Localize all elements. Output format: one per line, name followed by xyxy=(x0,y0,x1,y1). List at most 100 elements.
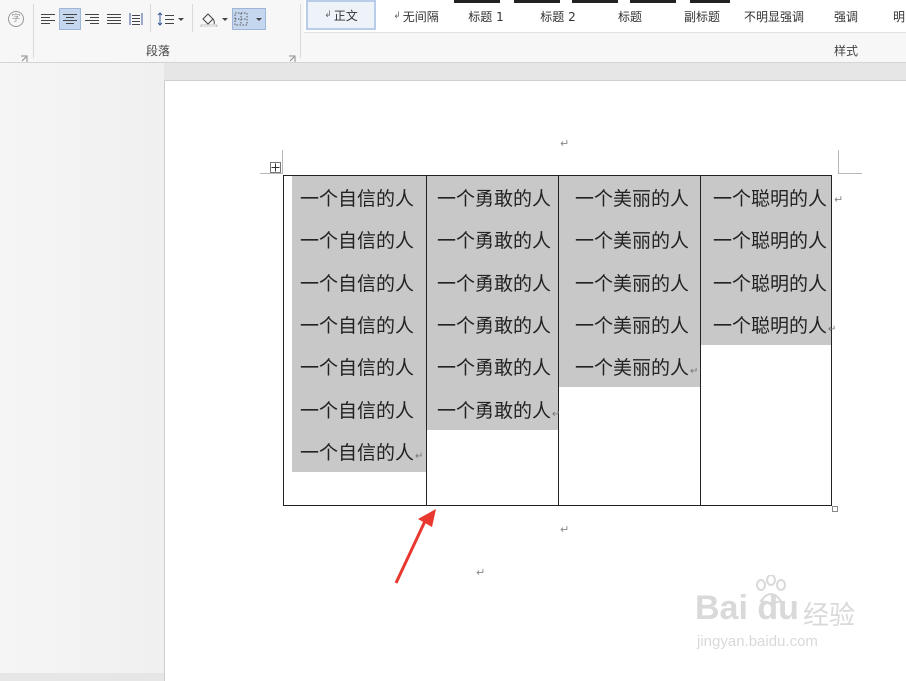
paragraph-dialog-launcher-icon[interactable] xyxy=(288,48,296,62)
cell-text-line: 一个勇敢的人↵ xyxy=(437,396,560,423)
margin-corner-mark xyxy=(282,150,283,174)
shading-button[interactable] xyxy=(198,8,230,30)
table-cell-col-1[interactable]: 一个自信的人 一个自信的人 一个自信的人 一个自信的人 一个自信的人 一个自信的人 一个自信… xyxy=(284,176,427,505)
cell-text-line: 一个勇敢的人 xyxy=(437,269,551,296)
button-divider xyxy=(150,4,151,32)
cell-text-line: 一个勇敢的人 xyxy=(437,311,551,338)
cell-text: 一个自信的人 xyxy=(300,272,415,295)
align-center-icon xyxy=(63,14,77,24)
group-divider xyxy=(300,4,301,58)
cell-text: 一个聪明的人 xyxy=(713,230,828,253)
cell-text: 一个自信的人 xyxy=(300,399,415,422)
cell-text-line: 一个自信的人 xyxy=(300,226,414,253)
cell-text-line: 一个勇敢的人 xyxy=(437,184,551,211)
justify-icon xyxy=(107,14,121,24)
align-right-button[interactable] xyxy=(82,8,102,30)
cell-text: 一个勇敢的人 xyxy=(437,399,552,422)
style-no-spacing[interactable]: ↲ 无间隔 xyxy=(386,0,446,32)
distributed-button[interactable] xyxy=(126,8,146,30)
cell-text: 一个自信的人 xyxy=(300,188,415,210)
cell-text-line: 一个聪明的人 xyxy=(713,184,827,211)
paragraph-mark-icon: ↲ xyxy=(393,11,401,21)
cell-text: 一个美丽的人 xyxy=(575,188,690,210)
style-heading-1[interactable]: 标题 1 xyxy=(454,0,518,32)
style-title[interactable]: 标题 xyxy=(600,0,660,32)
enclose-characters-icon: 字 xyxy=(8,11,24,27)
cell-text-line: 一个自信的人 xyxy=(300,396,414,423)
cell-text-line: 一个自信的人 xyxy=(300,353,414,380)
cell-text: 一个自信的人 xyxy=(300,357,415,380)
group-divider xyxy=(33,4,34,58)
style-emphasis[interactable]: 强调 xyxy=(820,0,872,32)
style-heading-2[interactable]: 标题 2 xyxy=(526,0,590,32)
style-label: 不明显强调 xyxy=(743,9,804,24)
cell-text-line: 一个自信的人↵ xyxy=(300,438,423,465)
cell-text: 一个勇敢的人 xyxy=(437,272,552,295)
annotation-arrow-icon xyxy=(394,509,436,584)
style-subtle-emphasis[interactable]: 不明显强调 xyxy=(740,0,808,32)
justify-button[interactable] xyxy=(104,8,124,30)
watermark-brand: Bai du xyxy=(695,589,799,627)
table-cell-col-3[interactable]: 一个美丽的人 一个美丽的人 一个美丽的人 一个美丽的人 一个美丽的人↵ xyxy=(559,176,701,505)
line-spacing-icon xyxy=(157,12,184,26)
paint-bucket-icon xyxy=(200,13,228,27)
cell-text-line: 一个美丽的人 xyxy=(575,226,689,253)
table-move-handle-icon[interactable] xyxy=(270,162,281,173)
align-center-button[interactable] xyxy=(59,8,81,30)
font-dialog-launcher-icon[interactable] xyxy=(20,48,28,62)
style-intense[interactable]: 明 xyxy=(888,0,906,32)
cell-text: 一个聪明的人 xyxy=(713,314,828,337)
cell-text-line: 一个聪明的人↵ xyxy=(713,311,836,338)
cell-text-line: 一个美丽的人 xyxy=(575,311,689,338)
styles-gallery: ↲ 正文 ↲ 无间隔 标题 1 标题 2 标题 副标题 不明显强调 强调 明 xyxy=(304,0,906,33)
cell-text: 一个美丽的人 xyxy=(575,272,690,295)
align-left-icon xyxy=(41,14,55,24)
paragraph-mark: ↵ xyxy=(476,566,486,579)
cell-text: 一个勇敢的人 xyxy=(437,314,552,337)
cell-text: 一个聪明的人 xyxy=(713,188,828,210)
baidu-jingyan-watermark: Bai du 经验 jingyan.baidu.com xyxy=(695,575,865,655)
cell-text-line: 一个勇敢的人 xyxy=(437,226,551,253)
cell-text: 一个勇敢的人 xyxy=(437,357,552,380)
cell-text: 一个自信的人 xyxy=(300,314,415,337)
cell-text-line: 一个自信的人 xyxy=(300,269,414,296)
style-normal[interactable]: ↲ 正文 xyxy=(306,0,376,30)
cell-text-line: 一个美丽的人 xyxy=(575,269,689,296)
cell-text-line: 一个美丽的人 xyxy=(575,184,689,211)
style-label: 强调 xyxy=(833,9,858,24)
navigation-pane xyxy=(0,63,164,673)
cell-text: 一个美丽的人 xyxy=(575,230,690,253)
button-divider xyxy=(192,4,193,32)
style-label: 标题 1 xyxy=(468,9,504,24)
styles-group-label: 样式 xyxy=(834,44,859,58)
style-label: 标题 xyxy=(617,9,642,24)
table-cell-col-2[interactable]: 一个勇敢的人 一个勇敢的人 一个勇敢的人 一个勇敢的人 一个勇敢的人 一个勇敢的人↵ xyxy=(427,176,560,505)
enclose-characters-button[interactable]: 字 xyxy=(6,8,26,30)
align-left-button[interactable] xyxy=(38,8,58,30)
style-label: 副标题 xyxy=(683,9,720,24)
table-cell-col-4[interactable]: 一个聪明的人 一个聪明的人 一个聪明的人 一个聪明的人↵ xyxy=(701,176,836,505)
cell-text: 一个自信的人 xyxy=(300,441,415,464)
document-table[interactable]: 一个自信的人 一个自信的人 一个自信的人 一个自信的人 一个自信的人 一个自信的人 一个自信… xyxy=(283,175,836,506)
watermark-jingyan: 经验 xyxy=(803,600,856,630)
paragraph-mark-icon: ↲ xyxy=(324,10,332,20)
cell-text-line: 一个聪明的人 xyxy=(713,269,827,296)
paragraph-mark: ↵ xyxy=(560,137,570,150)
margin-corner-mark xyxy=(838,173,862,174)
style-subtitle[interactable]: 副标题 xyxy=(670,0,734,32)
borders-button[interactable] xyxy=(232,8,266,30)
cell-text: 一个勇敢的人 xyxy=(437,230,552,253)
table-resize-handle-icon[interactable] xyxy=(832,506,838,512)
style-label: 无间隔 xyxy=(402,9,439,24)
cell-text: 一个勇敢的人 xyxy=(437,188,552,210)
align-right-icon xyxy=(85,14,99,24)
watermark-url: jingyan.baidu.com xyxy=(697,633,818,650)
paragraph-mark: ↵ xyxy=(828,323,837,335)
cell-text-line: 一个勇敢的人 xyxy=(437,353,551,380)
style-label: 明 xyxy=(892,9,905,24)
paragraph-group-label: 段落 xyxy=(146,44,171,58)
cell-text: 一个美丽的人 xyxy=(575,314,690,337)
line-spacing-button[interactable] xyxy=(156,8,186,30)
paragraph-mark: ↵ xyxy=(415,450,424,462)
cell-text: 一个自信的人 xyxy=(300,230,415,253)
